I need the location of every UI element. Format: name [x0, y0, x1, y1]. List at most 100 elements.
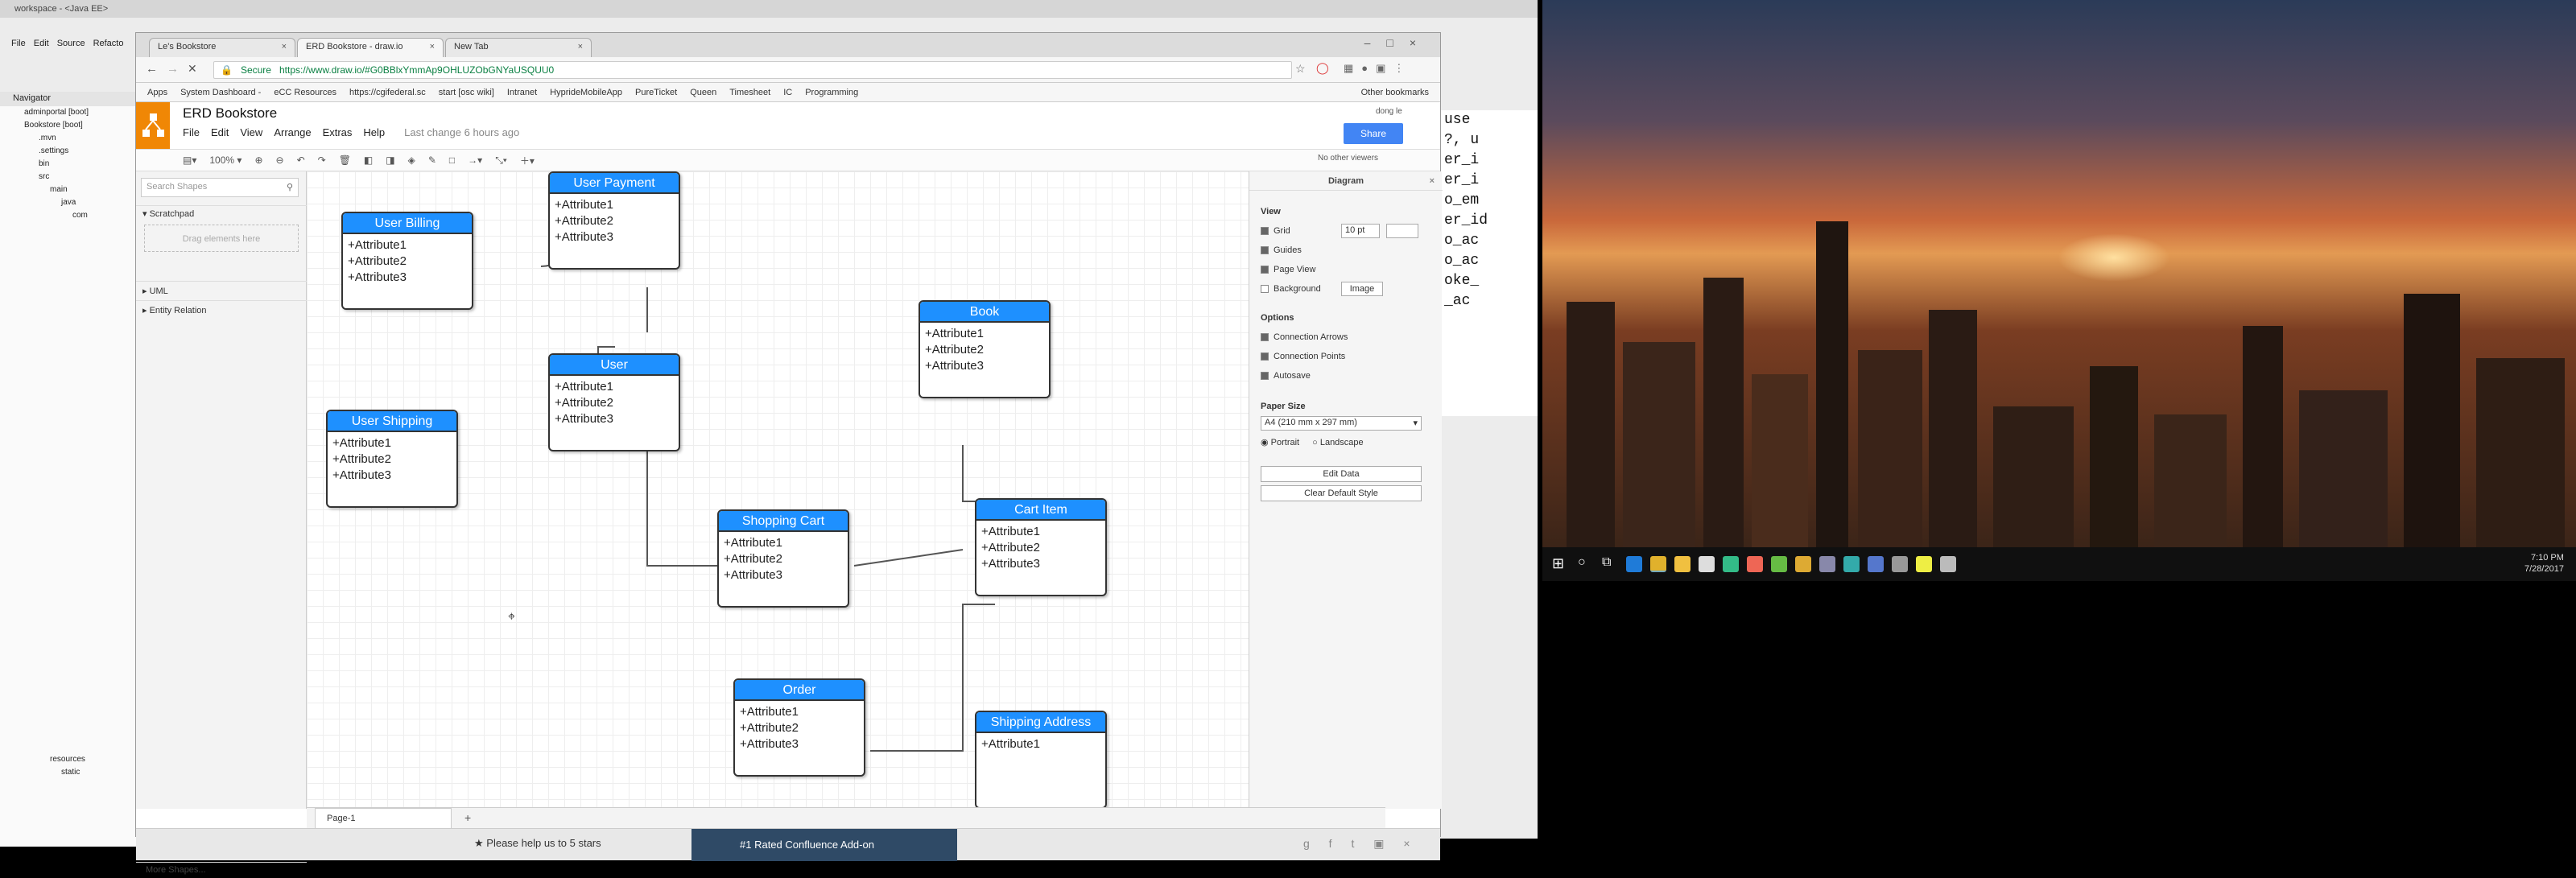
- entity-attribute[interactable]: +Attribute1: [332, 435, 452, 451]
- clear-default-style-button[interactable]: Clear Default Style: [1261, 485, 1422, 501]
- checkbox-icon[interactable]: [1261, 285, 1269, 294]
- entity-attribute[interactable]: +Attribute3: [332, 468, 452, 484]
- grid-color-swatch[interactable]: [1386, 224, 1418, 238]
- entity-title[interactable]: Shopping Cart: [719, 511, 848, 532]
- tree-item[interactable]: src: [0, 171, 136, 183]
- opera-icon[interactable]: ◯: [1316, 61, 1329, 75]
- grid-checkbox[interactable]: Grid 10 pt: [1261, 224, 1418, 238]
- menu-arrange[interactable]: Arrange: [274, 126, 311, 138]
- landscape-radio[interactable]: ○: [1312, 438, 1320, 447]
- eclipse-menu-refactor[interactable]: Refacto: [93, 39, 124, 48]
- bookmark-item[interactable]: System Dashboard -: [180, 88, 261, 97]
- entity-attribute[interactable]: +Attribute3: [740, 736, 859, 752]
- entity-title[interactable]: Order: [735, 680, 864, 701]
- edge-icon[interactable]: [1626, 556, 1642, 572]
- window-controls[interactable]: –□×: [1364, 36, 1432, 49]
- checkbox-icon[interactable]: [1261, 333, 1269, 342]
- entity-attribute[interactable]: +Attribute3: [981, 556, 1100, 572]
- tree-item[interactable]: main: [0, 183, 136, 196]
- bookmark-item[interactable]: Queen: [690, 88, 716, 97]
- eclipse-menu-edit[interactable]: Edit: [34, 39, 49, 48]
- search-shapes-input[interactable]: Search Shapes ⚲: [141, 178, 299, 197]
- diagram-canvas[interactable]: User Payment +Attribute1 +Attribute2 +Attr…: [307, 171, 1385, 809]
- task-view-icon[interactable]: ⧉: [1602, 555, 1611, 570]
- user-name[interactable]: dong le: [1376, 107, 1402, 116]
- entity-attribute[interactable]: +Attribute2: [332, 451, 452, 468]
- app-icon[interactable]: [1843, 556, 1860, 572]
- tree-item[interactable]: resources: [0, 753, 136, 766]
- bookmark-item[interactable]: Programming: [805, 88, 858, 97]
- bookmark-apps[interactable]: Apps: [147, 88, 167, 97]
- checkbox-icon[interactable]: [1261, 246, 1269, 255]
- entity-title[interactable]: Book: [920, 302, 1049, 323]
- section-entity-relation[interactable]: ▸ Entity Relation: [136, 300, 307, 319]
- menu-file[interactable]: File: [183, 126, 200, 138]
- search-icon[interactable]: ○: [1578, 555, 1586, 570]
- social-icons[interactable]: g f t ▣ ×: [1303, 837, 1418, 851]
- page-tab[interactable]: Page-1: [315, 808, 452, 829]
- url-input[interactable]: 🔒 Secure https://www.draw.io/#G0BBlxYmmAp9…: [213, 61, 1292, 79]
- menu-help[interactable]: Help: [363, 126, 385, 138]
- github-icon[interactable]: [1699, 556, 1715, 572]
- entity-user-billing[interactable]: User Billing +Attribute1 +Attribute2 +Attr…: [341, 212, 473, 310]
- app-icon[interactable]: [1819, 556, 1835, 572]
- entity-cart-item[interactable]: Cart Item +Attribute1 +Attribute2 +Attribu…: [975, 498, 1107, 596]
- connection-icon[interactable]: →▾: [468, 155, 482, 166]
- entity-title[interactable]: User Billing: [343, 213, 472, 234]
- start-icon[interactable]: ⊞: [1552, 555, 1564, 572]
- page-view-checkbox[interactable]: Page View: [1261, 265, 1315, 274]
- paper-size-select[interactable]: A4 (210 mm x 297 mm) ▾: [1261, 416, 1422, 431]
- eclipse-menu-source[interactable]: Source: [57, 39, 85, 48]
- scratchpad-dropzone[interactable]: Drag elements here: [144, 225, 299, 252]
- tree-item[interactable]: .mvn: [0, 132, 136, 145]
- stop-icon[interactable]: ✕: [188, 62, 197, 76]
- shadow-icon[interactable]: □: [449, 155, 455, 166]
- share-button[interactable]: Share: [1344, 123, 1403, 144]
- app-icon[interactable]: [1795, 556, 1811, 572]
- connection-arrows-checkbox[interactable]: Connection Arrows: [1261, 332, 1348, 342]
- menu-edit[interactable]: Edit: [211, 126, 229, 138]
- bookmark-item[interactable]: Intranet: [507, 88, 537, 97]
- entity-attribute[interactable]: +Attribute2: [348, 254, 467, 270]
- bookmark-item[interactable]: https://cgifederal.sc: [349, 88, 426, 97]
- app-icon[interactable]: [1892, 556, 1908, 572]
- search-icon[interactable]: ⚲: [287, 182, 293, 192]
- entity-attribute[interactable]: +Attribute3: [925, 358, 1044, 374]
- confluence-banner[interactable]: #1 Rated Confluence Add-on: [691, 829, 957, 861]
- redo-icon[interactable]: ↷: [318, 155, 326, 166]
- close-tab-icon[interactable]: ×: [578, 42, 583, 52]
- entity-attribute[interactable]: +Attribute3: [555, 411, 674, 427]
- entity-attribute[interactable]: +Attribute2: [740, 720, 859, 736]
- entity-attribute[interactable]: +Attribute1: [724, 535, 843, 551]
- menu-extras[interactable]: Extras: [323, 126, 353, 138]
- checkbox-icon[interactable]: [1261, 266, 1269, 274]
- entity-attribute[interactable]: +Attribute1: [555, 197, 674, 213]
- format-panel-icon[interactable]: ▤▾: [183, 155, 196, 166]
- entity-order[interactable]: Order +Attribute1 +Attribute2 +Attribute3: [733, 678, 865, 777]
- tree-item[interactable]: Bookstore [boot]: [0, 119, 136, 132]
- entity-shipping-address[interactable]: Shipping Address +Attribute1: [975, 711, 1107, 809]
- bookmark-item[interactable]: start [osc wiki]: [439, 88, 494, 97]
- entity-attribute[interactable]: +Attribute1: [981, 736, 1100, 752]
- tree-item[interactable]: static: [0, 766, 136, 779]
- sticky-notes-icon[interactable]: [1916, 556, 1932, 572]
- menu-view[interactable]: View: [240, 126, 262, 138]
- eclipse-menu-file[interactable]: File: [11, 39, 26, 48]
- eclipse-code-editor[interactable]: use ?, u er_i er_i o_em er_id o_ac o_ac …: [1441, 110, 1538, 416]
- entity-attribute[interactable]: +Attribute2: [981, 540, 1100, 556]
- entity-attribute[interactable]: +Attribute1: [555, 379, 674, 395]
- close-tab-icon[interactable]: ×: [282, 42, 287, 52]
- entity-title[interactable]: Cart Item: [976, 500, 1105, 521]
- bookmark-item[interactable]: eCC Resources: [274, 88, 336, 97]
- portrait-radio[interactable]: ◉: [1261, 438, 1271, 447]
- more-shapes-button[interactable]: More Shapes...: [136, 862, 307, 878]
- zoom-select[interactable]: 100% ▾: [209, 155, 242, 166]
- entity-attribute[interactable]: +Attribute1: [981, 524, 1100, 540]
- tree-item[interactable]: com: [0, 209, 136, 222]
- grid-size-input[interactable]: 10 pt: [1341, 224, 1380, 238]
- notepad-icon[interactable]: [1723, 556, 1739, 572]
- scratchpad-header[interactable]: ▾ Scratchpad: [136, 205, 307, 221]
- chrome-icon[interactable]: [1650, 556, 1666, 572]
- entity-attribute[interactable]: +Attribute3: [555, 229, 674, 245]
- entity-user[interactable]: User +Attribute1 +Attribute2 +Attribute3: [548, 353, 680, 451]
